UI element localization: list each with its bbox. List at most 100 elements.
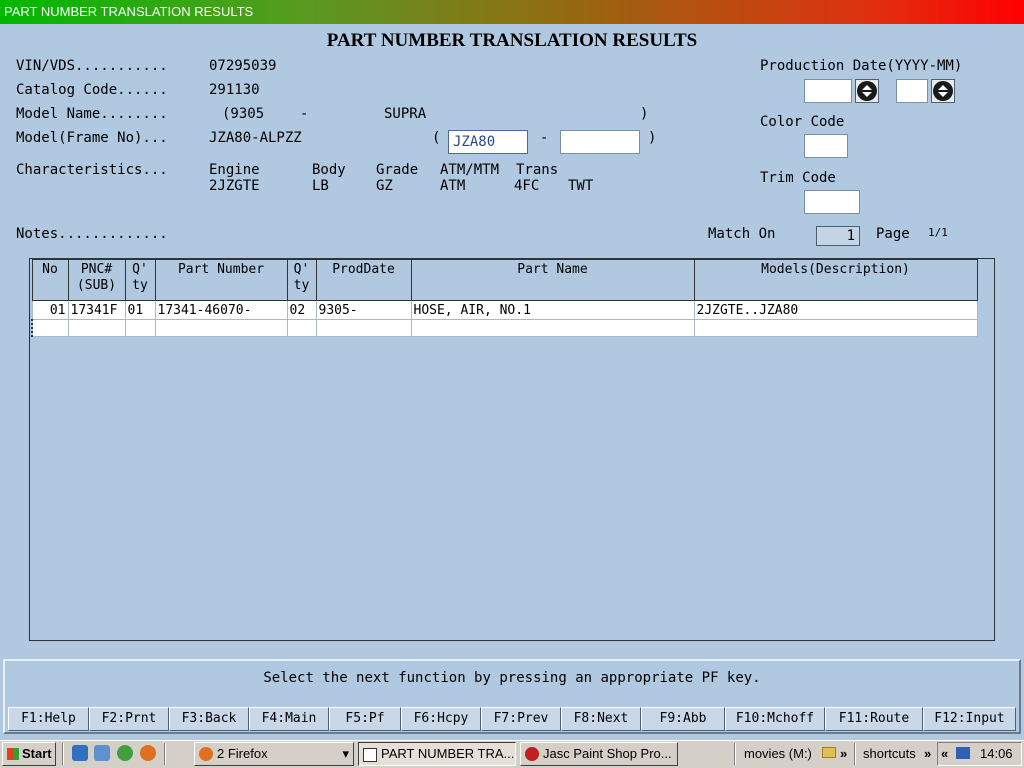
shortcuts-toolbar[interactable]: shortcuts bbox=[863, 746, 916, 761]
cell-models: 2JZGTE..JZA80 bbox=[693, 300, 978, 320]
char-value-body: LB bbox=[312, 178, 329, 194]
char-value-engine: 2JZGTE bbox=[209, 178, 260, 194]
f3-back-button[interactable]: F3:Back bbox=[169, 707, 249, 731]
cell-empty bbox=[410, 319, 695, 337]
col-header-pnc: PNC# (SUB) bbox=[67, 259, 126, 301]
trim-code-label: Trim Code bbox=[760, 170, 836, 186]
model-name-value: SUPRA bbox=[384, 106, 427, 122]
production-month-input[interactable] bbox=[896, 79, 928, 103]
network-icon[interactable] bbox=[956, 747, 970, 759]
char-header-atm: ATM/MTM bbox=[440, 162, 500, 178]
char-header-grade: Grade bbox=[376, 162, 419, 178]
taskbar-firefox-label: 2 Firefox bbox=[217, 746, 268, 761]
paintshop-icon bbox=[525, 747, 539, 761]
table-row[interactable]: 01 17341F 01 17341-46070- 02 9305- HOSE,… bbox=[31, 300, 978, 320]
color-code-label: Color Code bbox=[760, 114, 845, 130]
firefox-quicklaunch-icon[interactable] bbox=[140, 745, 156, 761]
function-prompt: Select the next function by pressing an … bbox=[263, 670, 761, 686]
cell-part-number: 17341-46070- bbox=[154, 300, 288, 320]
f7-prev-button[interactable]: F7:Prev bbox=[481, 707, 561, 731]
outlook-icon[interactable] bbox=[94, 745, 110, 761]
frame-code-input[interactable]: JZA80 bbox=[448, 130, 528, 154]
trim-code-input[interactable] bbox=[804, 190, 860, 214]
model-name-label: Model Name........ bbox=[16, 106, 168, 122]
spinner-arrows-icon bbox=[857, 81, 877, 101]
start-button[interactable]: Start bbox=[2, 742, 56, 766]
char-header-engine: Engine bbox=[209, 162, 260, 178]
color-code-input[interactable] bbox=[804, 134, 848, 158]
frame-suffix-input[interactable] bbox=[560, 130, 640, 154]
col-header-qty2: Q' ty bbox=[286, 259, 317, 301]
page-value: 1/1 bbox=[928, 226, 948, 239]
f5-pf-button[interactable]: F5:Pf bbox=[329, 707, 401, 731]
model-name-close: ) bbox=[640, 106, 649, 122]
start-label: Start bbox=[22, 746, 52, 761]
f9-abb-button[interactable]: F9:Abb bbox=[641, 707, 725, 731]
char-value-trans: 4FC bbox=[514, 178, 540, 194]
taskbar-paintshop-label: Jasc Paint Shop Pro... bbox=[543, 746, 672, 761]
cell-cursor bbox=[31, 319, 69, 337]
catalog-code-label: Catalog Code...... bbox=[16, 82, 168, 98]
shortcuts-chevron-icon[interactable]: » bbox=[924, 746, 931, 761]
match-on-value: 1 bbox=[816, 226, 860, 246]
page-label: Page bbox=[876, 226, 910, 242]
taskbar-active-label: PART NUMBER TRA... bbox=[381, 746, 515, 761]
taskbar-active-window[interactable]: PART NUMBER TRA... bbox=[358, 742, 516, 766]
col-header-prod-date: ProdDate bbox=[315, 259, 412, 301]
show-desktop-icon[interactable] bbox=[72, 745, 88, 761]
month-spinner[interactable] bbox=[931, 79, 955, 103]
taskbar-separator bbox=[164, 743, 166, 765]
f2-print-button[interactable]: F2:Prnt bbox=[89, 707, 169, 731]
char-value-grade: GZ bbox=[376, 178, 393, 194]
col-header-part-number: Part Number bbox=[154, 259, 288, 301]
col-header-models: Models(Description) bbox=[693, 259, 978, 301]
col-header-part-name: Part Name bbox=[410, 259, 695, 301]
taskbar-separator bbox=[62, 743, 64, 765]
frame-close-paren: ) bbox=[648, 130, 657, 146]
cell-empty bbox=[693, 319, 978, 337]
f4-main-button[interactable]: F4:Main bbox=[249, 707, 329, 731]
movies-toolbar[interactable]: movies (M:) bbox=[744, 746, 812, 761]
results-grid: No PNC# (SUB) Q' ty Part Number Q' ty ProdD… bbox=[31, 259, 978, 337]
taskbar-paintshop[interactable]: Jasc Paint Shop Pro... bbox=[520, 742, 678, 766]
f10-mchoff-button[interactable]: F10:Mchoff bbox=[725, 707, 825, 731]
year-spinner[interactable] bbox=[855, 79, 879, 103]
production-date-label: Production Date(YYYY-MM) bbox=[760, 58, 963, 74]
char-value-extra: TWT bbox=[568, 178, 594, 194]
frame-no-value: JZA80-ALPZZ bbox=[209, 130, 302, 146]
window-icon bbox=[363, 748, 377, 762]
f6-hardcopy-button[interactable]: F6:Hcpy bbox=[401, 707, 481, 731]
table-row-empty[interactable] bbox=[31, 319, 978, 337]
model-name-dash: - bbox=[300, 106, 309, 122]
movies-chevron-icon[interactable]: » bbox=[840, 746, 847, 761]
cell-empty bbox=[154, 319, 288, 337]
f11-route-button[interactable]: F11:Route bbox=[825, 707, 923, 731]
cell-empty bbox=[67, 319, 126, 337]
taskbar-separator bbox=[854, 743, 856, 765]
vin-label: VIN/VDS........... bbox=[16, 58, 168, 74]
char-value-atm: ATM bbox=[440, 178, 466, 194]
taskbar-separator bbox=[734, 743, 736, 765]
media-player-icon[interactable] bbox=[117, 745, 133, 761]
production-year-input[interactable] bbox=[804, 79, 852, 103]
model-name-open: (9305 bbox=[222, 106, 265, 122]
folder-icon bbox=[822, 747, 836, 758]
frame-no-label: Model(Frame No)... bbox=[16, 130, 168, 146]
f8-next-button[interactable]: F8:Next bbox=[561, 707, 641, 731]
catalog-code-value: 291130 bbox=[209, 82, 260, 98]
cell-qty: 01 bbox=[124, 300, 156, 320]
f1-help-button[interactable]: F1:Help bbox=[8, 707, 89, 731]
cell-empty bbox=[124, 319, 156, 337]
frame-dash: - bbox=[540, 130, 549, 146]
cell-pnc: 17341F bbox=[67, 300, 126, 320]
taskbar-firefox-group[interactable]: 2 Firefox ▾ bbox=[194, 742, 354, 766]
tray-expand-icon[interactable]: « bbox=[941, 746, 948, 761]
characteristics-label: Characteristics... bbox=[16, 162, 168, 178]
grid-header-row: No PNC# (SUB) Q' ty Part Number Q' ty ProdD… bbox=[31, 259, 978, 301]
frame-open-paren: ( bbox=[432, 130, 441, 146]
char-header-trans: Trans bbox=[516, 162, 559, 178]
window-title-bar: PART NUMBER TRANSLATION RESULTS bbox=[0, 0, 1024, 24]
cell-no: 01 bbox=[31, 300, 69, 320]
clock: 14:06 bbox=[980, 746, 1013, 761]
f12-input-button[interactable]: F12:Input bbox=[923, 707, 1016, 731]
